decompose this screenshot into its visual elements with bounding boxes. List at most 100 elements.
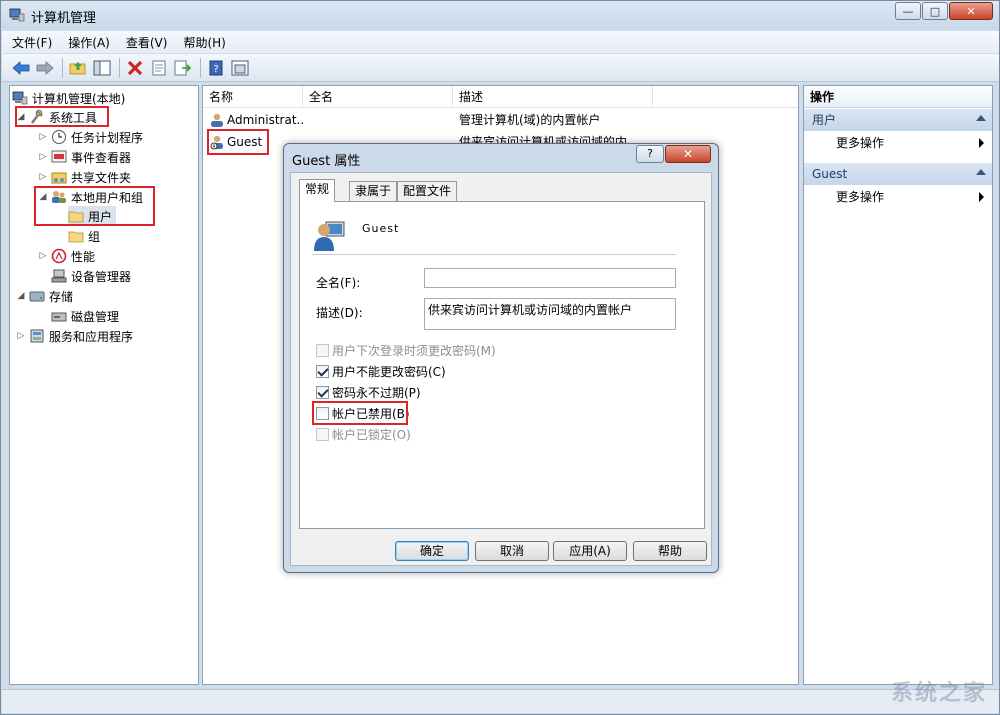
toolbar-separator	[119, 57, 120, 78]
toolbar-separator	[62, 57, 63, 78]
menu-help[interactable]: 帮助(H)	[183, 34, 225, 51]
tree-label: 计算机管理(本地)	[32, 91, 126, 106]
actions-section-guest[interactable]: Guest	[804, 163, 992, 185]
dialog-help-text-button[interactable]: 帮助	[633, 541, 707, 561]
storage-icon	[29, 291, 45, 302]
actions-pane: 操作 用户 更多操作 Guest 更多操作	[803, 85, 993, 685]
tree-label: 存储	[49, 289, 74, 304]
tree-label: 共享文件夹	[71, 170, 132, 185]
description-label: 描述(D):	[316, 306, 363, 320]
status-bar: 系统之家	[2, 681, 999, 713]
tree-item-storage[interactable]: ◢ 存储	[16, 286, 73, 306]
watermark-text: 系统之家	[890, 681, 987, 706]
actions-section-users[interactable]: 用户	[804, 109, 992, 131]
title-bar[interactable]: 计算机管理 — □ ✕	[1, 1, 999, 29]
submenu-arrow-icon[interactable]	[979, 138, 984, 148]
divider	[312, 254, 676, 255]
user-avatar-icon	[314, 221, 345, 251]
tab-general[interactable]: 常规	[299, 179, 336, 202]
checkbox[interactable]	[316, 385, 329, 399]
table-row[interactable]: Administrat... 管理计算机(域)的内置帐户	[203, 109, 798, 131]
column-header-name[interactable]: 名称	[203, 86, 303, 108]
collapsed-arrow-icon[interactable]: ▷	[38, 152, 48, 162]
collapsed-arrow-icon[interactable]: ▷	[38, 172, 48, 182]
action-label: 更多操作	[836, 190, 885, 204]
event-viewer-icon	[51, 150, 67, 163]
show-hide-action-pane-button[interactable]	[229, 57, 251, 79]
cell-name: Administrat...	[227, 113, 303, 127]
tab-profile[interactable]: 配置文件	[397, 181, 458, 201]
apply-button[interactable]: 应用(A)	[553, 541, 627, 561]
checkbox	[316, 427, 329, 441]
action-label: 更多操作	[836, 136, 885, 150]
help-book-icon: ?	[209, 60, 223, 75]
device-manager-icon	[51, 269, 67, 283]
delete-button[interactable]	[124, 57, 146, 79]
menu-file[interactable]: 文件(F)	[12, 34, 52, 51]
ok-button[interactable]: 确定	[395, 541, 469, 561]
checkbox-label: 用户不能更改密码(C)	[332, 364, 446, 379]
tree-label: 磁盘管理	[71, 309, 120, 324]
menu-bar: 文件(F) 操作(A) 查看(V) 帮助(H)	[2, 31, 999, 53]
tree-label: 任务计划程序	[71, 130, 144, 145]
tab-member-of[interactable]: 隶属于	[349, 181, 398, 201]
show-hide-tree-button[interactable]	[91, 57, 113, 79]
console-tree: 计算机管理(本地) ◢ 系统工具 ▷ 任务计划程序 ▷ 事件查看器 ▷ 共享文件…	[9, 85, 199, 685]
checkbox[interactable]	[316, 364, 329, 378]
window-title: 计算机管理	[31, 11, 97, 26]
highlight-box	[15, 106, 109, 127]
tree-item-services-apps[interactable]: ▷ 服务和应用程序	[16, 326, 133, 346]
folder-up-icon	[69, 61, 86, 74]
submenu-arrow-icon[interactable]	[979, 192, 984, 202]
performance-icon	[51, 248, 67, 264]
collapsed-arrow-icon[interactable]: ▷	[16, 331, 26, 341]
collapse-up-icon[interactable]	[976, 115, 986, 121]
description-input[interactable]: 供来宾访问计算机或访问域的内置帐户	[424, 298, 676, 330]
close-button[interactable]: ✕	[949, 2, 993, 20]
tree-item-device-manager[interactable]: 设备管理器	[51, 266, 131, 286]
tree-item-disk-management[interactable]: 磁盘管理	[51, 306, 119, 326]
checkbox-cannot-change-password[interactable]: 用户不能更改密码(C)	[316, 363, 446, 379]
tree-item-event-viewer[interactable]: ▷ 事件查看器	[38, 147, 131, 167]
action-more-actions-users[interactable]: 更多操作	[836, 133, 986, 153]
back-button[interactable]	[10, 57, 32, 79]
tree-item-root[interactable]: 计算机管理(本地)	[12, 88, 125, 108]
properties-button[interactable]	[148, 57, 170, 79]
dialog-help-button[interactable]: ?	[636, 145, 664, 163]
export-list-button[interactable]	[172, 57, 194, 79]
checkbox-password-never-expires[interactable]: 密码永不过期(P)	[316, 384, 421, 400]
tree-label: 事件查看器	[71, 150, 132, 165]
services-icon	[30, 329, 44, 343]
menu-action[interactable]: 操作(A)	[68, 34, 110, 51]
column-header-fullname[interactable]: 全名	[303, 86, 453, 108]
expanded-arrow-icon[interactable]: ◢	[16, 291, 26, 301]
highlight-box	[34, 186, 155, 226]
forward-button[interactable]	[34, 57, 56, 79]
fullname-input[interactable]	[424, 268, 676, 288]
maximize-button[interactable]: □	[922, 2, 948, 20]
section-title: 用户	[812, 113, 837, 127]
collapsed-arrow-icon[interactable]: ▷	[38, 132, 48, 142]
action-more-actions-guest[interactable]: 更多操作	[836, 187, 986, 207]
menu-view[interactable]: 查看(V)	[126, 34, 168, 51]
checkbox-label: 用户下次登录时须更改密码(M)	[332, 343, 496, 358]
cancel-button[interactable]: 取消	[475, 541, 549, 561]
tree-item-groups[interactable]: 组	[68, 226, 100, 246]
checkbox-label: 密码永不过期(P)	[332, 385, 421, 400]
actions-title: 操作	[804, 86, 992, 108]
checkbox-account-locked: 帐户已锁定(O)	[316, 426, 411, 442]
collapse-up-icon[interactable]	[976, 169, 986, 175]
up-level-button[interactable]	[67, 57, 89, 79]
tree-item-performance[interactable]: ▷ 性能	[38, 246, 95, 266]
collapsed-arrow-icon[interactable]: ▷	[38, 251, 48, 261]
minimize-button[interactable]: —	[895, 2, 921, 20]
help-button[interactable]: ?	[205, 57, 227, 79]
general-tab-page: Guest 全名(F): 描述(D): 供来宾访问计算机或访问域的内置帐户 用户…	[299, 201, 705, 529]
column-header-description[interactable]: 描述	[453, 86, 653, 108]
tree-label: 服务和应用程序	[49, 329, 134, 344]
tree-label: 设备管理器	[71, 269, 132, 284]
tree-item-task-scheduler[interactable]: ▷ 任务计划程序	[38, 127, 143, 147]
forward-arrow-icon	[36, 60, 54, 75]
dialog-close-button[interactable]: ✕	[665, 145, 711, 163]
tree-item-shared-folders[interactable]: ▷ 共享文件夹	[38, 167, 131, 187]
